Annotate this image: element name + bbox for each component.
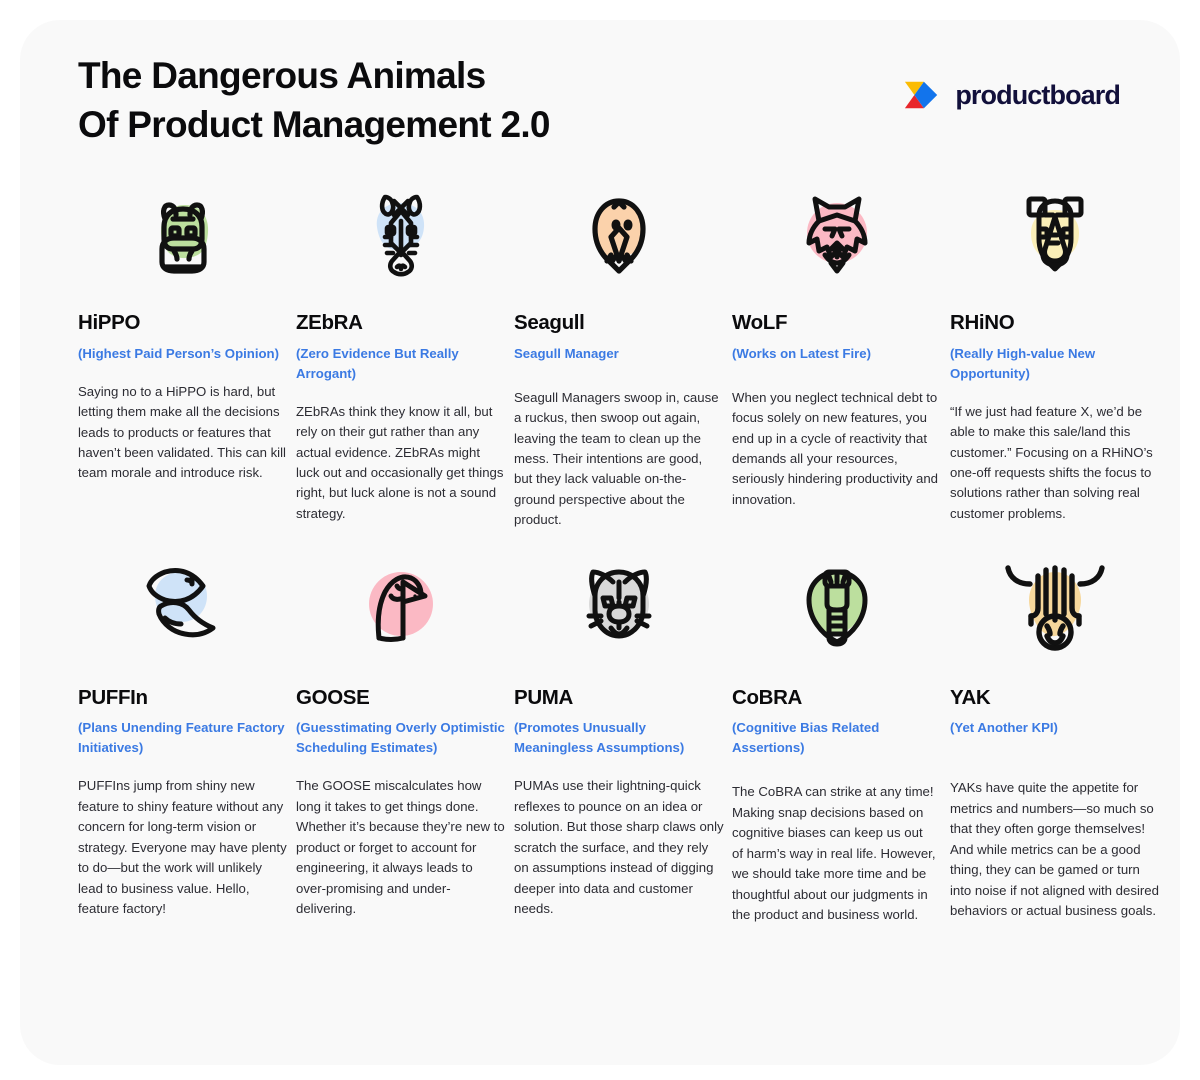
animal-card-yak: YAK (Yet Another KPI) YAKs have quite th… xyxy=(950,549,1160,926)
puffin-icon xyxy=(78,549,288,671)
card-body: When you neglect technical debt to focus… xyxy=(732,389,938,507)
animal-card-seagull: Seagull Seagull Manager Seagull Managers… xyxy=(514,178,724,531)
hippo-icon xyxy=(78,178,288,296)
card-body: ZEbRAs think they know it all, but rely … xyxy=(296,403,504,521)
yak-icon xyxy=(950,549,1160,671)
productboard-wordmark: productboard xyxy=(955,79,1121,110)
animal-card-puma: PUMA (Promotes Unusually Meaningless Ass… xyxy=(514,549,724,926)
animal-card-goose: GOOSE (Guesstimating Overly Optimistic S… xyxy=(296,549,506,926)
card-title: YAK xyxy=(950,685,991,709)
animal-card-wolf: WoLF (Works on Latest Fire) When you neg… xyxy=(732,178,942,531)
card-body: YAKs have quite the appetite for metrics… xyxy=(950,780,1159,919)
seagull-icon xyxy=(514,178,724,296)
card-title: PUFFIn xyxy=(78,685,148,709)
card-body: The GOOSE miscalculates how long it take… xyxy=(296,778,505,917)
card-body: PUFFIns jump from shiny new feature to s… xyxy=(78,778,287,917)
animal-card-rhino: RHiNO (Really High-value New Opportunity… xyxy=(950,178,1160,531)
goose-icon xyxy=(296,549,506,671)
card-title: Seagull xyxy=(514,311,585,334)
card-subtitle: (Yet Another KPI) xyxy=(950,720,1058,736)
cobra-icon xyxy=(732,549,942,671)
wolf-icon xyxy=(732,178,942,296)
rhino-icon xyxy=(950,178,1160,296)
zebra-icon xyxy=(296,178,506,296)
card-title: RHiNO xyxy=(950,311,1015,334)
animal-card-grid: HiPPO (Highest Paid Person’s Opinion) Sa… xyxy=(78,178,1159,926)
card-subtitle: (Guesstimating Overly Optimistic Schedul… xyxy=(296,720,505,756)
header: The Dangerous Animals Of Product Managem… xyxy=(78,52,1122,172)
card-title: WoLF xyxy=(732,311,788,334)
card-body: PUMAs use their lightning-quick reflexes… xyxy=(514,778,724,917)
card-subtitle: Seagull Manager xyxy=(514,345,619,361)
productboard-logo: productboard xyxy=(903,76,1121,114)
card-subtitle: (Zero Evidence But Really Arrogant) xyxy=(296,345,459,381)
animal-card-hippo: HiPPO (Highest Paid Person’s Opinion) Sa… xyxy=(78,178,288,531)
animal-card-zebra: ZEbRA (Zero Evidence But Really Arrogant… xyxy=(296,178,506,531)
card-body: The CoBRA can strike at any time! Making… xyxy=(732,784,936,923)
card-subtitle: (Really High-value New Opportunity) xyxy=(950,345,1096,381)
card-body: Saying no to a HiPPO is hard, but lettin… xyxy=(78,383,286,481)
card-subtitle: (Highest Paid Person’s Opinion) xyxy=(78,345,280,361)
card-subtitle: (Works on Latest Fire) xyxy=(732,345,871,361)
animal-card-cobra: CoBRA (Cognitive Bias Related Assertions… xyxy=(732,549,942,926)
card-title: CoBRA xyxy=(732,685,802,709)
card-body: “If we just had feature X, we’d be able … xyxy=(950,403,1153,521)
animal-card-puffin: PUFFIn (Plans Unending Feature Factory I… xyxy=(78,549,288,926)
infographic-canvas: The Dangerous Animals Of Product Managem… xyxy=(20,20,1180,1065)
card-title: HiPPO xyxy=(78,311,141,334)
card-subtitle: (Plans Unending Feature Factory Initiati… xyxy=(78,720,285,756)
productboard-logo-mark xyxy=(905,81,938,109)
card-body: Seagull Managers swoop in, cause a rucku… xyxy=(514,389,719,528)
card-subtitle: (Cognitive Bias Related Assertions) xyxy=(732,720,880,756)
card-title: GOOSE xyxy=(296,685,370,709)
card-subtitle: (Promotes Unusually Meaningless Assumpti… xyxy=(514,720,685,756)
puma-icon xyxy=(514,549,724,671)
card-title: PUMA xyxy=(514,685,573,709)
card-title: ZEbRA xyxy=(296,311,363,334)
